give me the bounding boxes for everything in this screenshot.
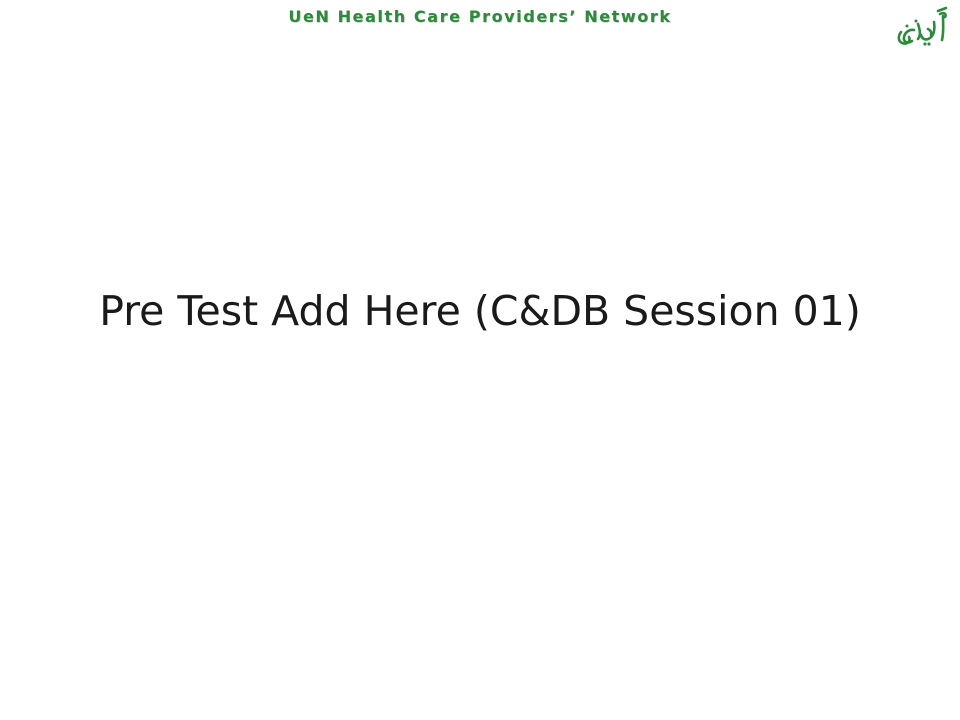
header-title: UeN Health Care Providers’ Network [288,7,672,26]
slide: UeN Health Care Providers’ Network Pre T… [0,0,960,720]
logo-icon [894,2,952,52]
main-title: Pre Test Add Here (C&DB Session 01) [99,287,861,335]
